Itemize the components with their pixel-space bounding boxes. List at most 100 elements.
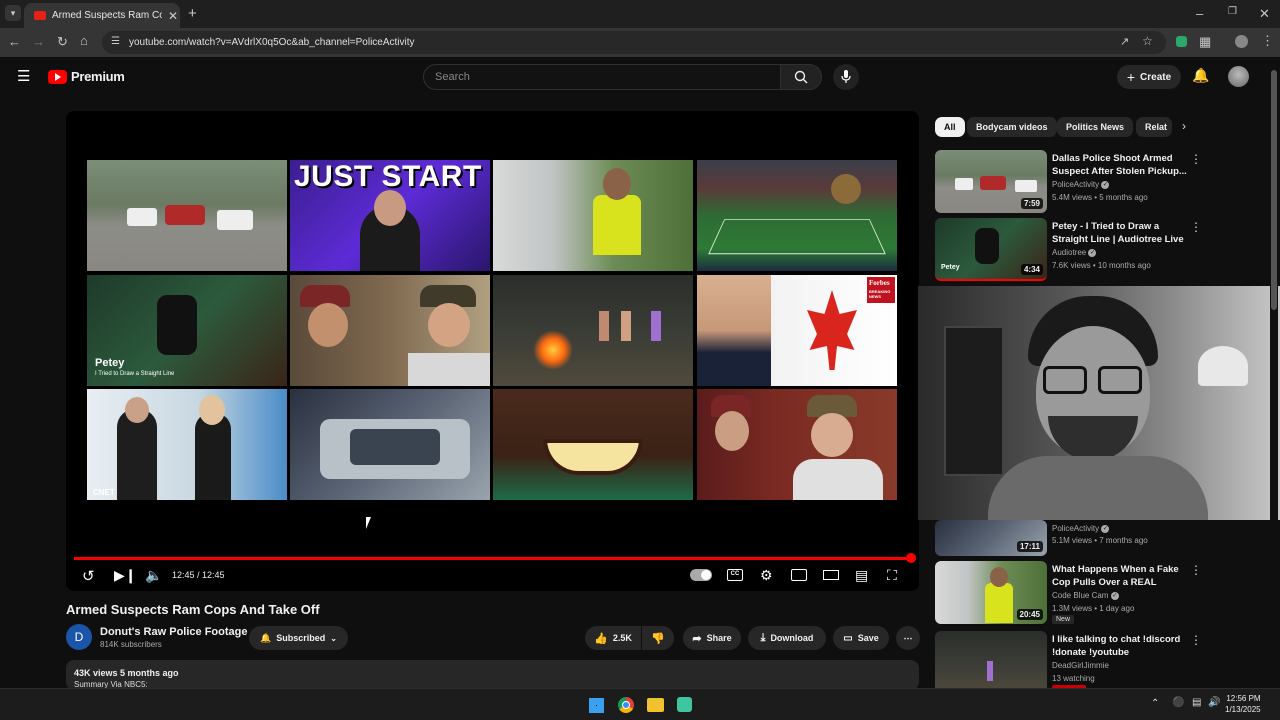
fullscreen-icon[interactable]: ⛶ (887, 567, 897, 584)
extension-icon[interactable] (1176, 36, 1187, 47)
more-vertical-icon[interactable]: ⋮ (1190, 152, 1202, 166)
forward-icon[interactable]: → (32, 34, 45, 49)
video-player[interactable]: JUST START Petey I Tried to Draw a Strai… (66, 111, 919, 591)
chip-bodycam-videos[interactable]: Bodycam videos (967, 117, 1057, 137)
profile-icon[interactable] (1235, 35, 1248, 48)
recommendation-channel[interactable]: Audiotree ✓ (1052, 248, 1097, 257)
recommendation-thumbnail[interactable]: 17:11 (935, 520, 1047, 556)
site-info-icon[interactable]: ☰ (111, 36, 120, 47)
channel-name[interactable]: Donut's Raw Police Footage (100, 626, 247, 638)
autoplay-toggle[interactable] (690, 569, 712, 581)
close-window-icon[interactable]: ✕ (1259, 6, 1270, 22)
recommendation-channel[interactable]: PoliceActivity ✓ (1052, 524, 1110, 533)
replay-icon[interactable]: ↺ (82, 567, 95, 585)
recommendation-channel[interactable]: Code Blue Cam ✓ (1052, 591, 1119, 600)
subtitles-icon[interactable]: CC (727, 569, 743, 581)
app-taskbar-icon[interactable] (677, 697, 692, 712)
recommendation-thumbnail[interactable]: Petey 4:34 (935, 218, 1047, 281)
search-button[interactable] (780, 64, 822, 90)
tray-chevron-up-icon[interactable]: ⌃ (1151, 698, 1159, 709)
progress-bar[interactable] (74, 557, 911, 560)
recommendation-title[interactable]: Petey - I Tried to Draw a Straight Line … (1052, 220, 1187, 246)
network-icon[interactable]: ▤ (1192, 697, 1201, 708)
maximize-icon[interactable]: ❐ (1228, 6, 1237, 17)
bookmark-star-icon[interactable]: ☆ (1142, 34, 1153, 48)
like-button[interactable]: 👍 2.5K (585, 626, 641, 650)
recommendation-title[interactable]: What Happens When a Fake Cop Pulls Over … (1052, 563, 1187, 590)
recommendation-channel[interactable]: PoliceActivity ✓ (1052, 180, 1110, 189)
more-vertical-icon[interactable]: ⋮ (1190, 563, 1202, 577)
end-screen-thumb-fake-cop[interactable] (493, 160, 693, 271)
recommendation-item[interactable]: 17:11 PoliceActivity ✓ 5.1M views • 7 mo… (935, 493, 1265, 560)
chips-next-icon[interactable]: › (1182, 119, 1186, 133)
chip-politics-news[interactable]: Politics News (1057, 117, 1134, 137)
home-icon[interactable]: ⌂ (80, 33, 88, 48)
miniplayer-icon[interactable] (791, 569, 807, 581)
save-button[interactable]: ▭ Save (833, 626, 889, 650)
chip-related[interactable]: Relat (1136, 117, 1172, 137)
system-clock[interactable]: 12:56 PM 1/13/2025 (1225, 693, 1261, 715)
recommendation-item[interactable]: I like talking to chat !discord !donate … (935, 631, 1265, 688)
recommendation-item[interactable]: 20:45 What Happens When a Fake Cop Pulls… (935, 561, 1265, 626)
volume-icon[interactable]: 🔈 (145, 567, 162, 584)
recommendation-thumbnail[interactable]: 20:45 (935, 561, 1047, 624)
recommendation-title[interactable]: Dallas Police Shoot Armed Suspect After … (1052, 152, 1187, 178)
recommendation-channel[interactable]: DeadGirlJimmie (1052, 661, 1109, 670)
end-screen-thumb-football[interactable] (697, 160, 897, 271)
end-screen-thumb-game[interactable] (493, 275, 693, 386)
description-box[interactable]: 43K views 5 months ago Summary Via NBC5: (66, 660, 919, 690)
windows-start-icon[interactable] (589, 698, 604, 713)
close-tab-icon[interactable]: ✕ (168, 9, 178, 23)
progress-scrubber[interactable] (906, 553, 916, 563)
end-screen-thumb-podcast-1[interactable] (290, 275, 490, 386)
speaker-icon[interactable]: 🔊 (1208, 697, 1220, 708)
next-video-icon[interactable]: ▶❙ (114, 567, 137, 584)
recommendation-item[interactable]: 7:59 Dallas Police Shoot Armed Suspect A… (935, 150, 1265, 215)
theater-mode-icon[interactable] (823, 570, 839, 580)
end-screen-thumb-podcast-2[interactable] (697, 389, 897, 500)
url-bar[interactable]: ☰ youtube.com/watch?v=AVdrlX0q5Oc&ab_cha… (102, 31, 1166, 54)
extensions-puzzle-icon[interactable]: ▦ (1199, 34, 1211, 50)
youtube-premium-logo[interactable]: Premium (48, 69, 125, 84)
more-actions-button[interactable]: ⋯ (896, 626, 920, 650)
minimize-icon[interactable]: – (1196, 6, 1203, 21)
tab-search-icon[interactable]: ▾ (5, 5, 21, 21)
end-screen-thumb-traffic-stop[interactable] (290, 389, 490, 500)
back-icon[interactable]: ← (8, 34, 21, 49)
hamburger-menu-icon[interactable]: ☰ (17, 67, 30, 85)
subscribed-button[interactable]: 🔔 Subscribed ⌄ (249, 626, 348, 650)
end-screen-thumb-police-crash[interactable] (87, 160, 287, 271)
channel-avatar[interactable]: D (66, 624, 92, 650)
page-scrollbar[interactable] (1270, 70, 1278, 688)
download-button[interactable]: ⤓ Download (748, 626, 826, 650)
create-button[interactable]: + Create (1117, 65, 1181, 89)
search-input[interactable]: Search (423, 64, 781, 90)
cast-icon[interactable]: ▤ (855, 567, 868, 584)
voice-search-button[interactable] (833, 64, 859, 90)
dislike-button[interactable]: 👎 (642, 626, 674, 650)
end-screen-thumb-smile[interactable] (493, 389, 693, 500)
file-explorer-icon[interactable] (647, 698, 664, 712)
end-screen-thumb-forbes[interactable]: Forbes BREAKING NEWS (697, 275, 897, 386)
recommendation-item[interactable]: Petey 4:34 Petey - I Tried to Draw a Str… (935, 218, 1265, 283)
new-tab-icon[interactable]: + (188, 5, 197, 22)
microphone-tray-icon[interactable]: ⚫ (1172, 697, 1184, 708)
notifications-bell-icon[interactable]: 🔔 (1192, 67, 1209, 84)
settings-gear-icon[interactable]: ⚙ (760, 567, 773, 584)
chrome-taskbar-icon[interactable] (618, 697, 634, 713)
recommendation-thumbnail[interactable]: 7:59 (935, 150, 1047, 213)
browser-tab[interactable]: Armed Suspects Ram Cops And Take Off ✕ (24, 3, 180, 28)
recommendation-title[interactable]: I like talking to chat !discord !donate … (1052, 633, 1187, 659)
chip-all[interactable]: All (935, 117, 965, 137)
more-vertical-icon[interactable]: ⋮ (1190, 220, 1202, 234)
more-vertical-icon[interactable]: ⋮ (1190, 633, 1202, 647)
reload-icon[interactable]: ↻ (57, 34, 68, 50)
open-in-new-icon[interactable]: ↗ (1120, 35, 1129, 48)
browser-menu-icon[interactable]: ⋮ (1261, 33, 1274, 49)
account-avatar[interactable] (1228, 66, 1249, 87)
end-screen-thumb-cnet[interactable]: CNET (87, 389, 287, 500)
end-screen-thumb-just-start[interactable]: JUST START (290, 160, 490, 271)
share-button[interactable]: ➦ Share (683, 626, 741, 650)
end-screen-thumb-petey[interactable]: Petey I Tried to Draw a Straight Line (87, 275, 287, 386)
recommendation-thumbnail[interactable] (935, 631, 1047, 688)
